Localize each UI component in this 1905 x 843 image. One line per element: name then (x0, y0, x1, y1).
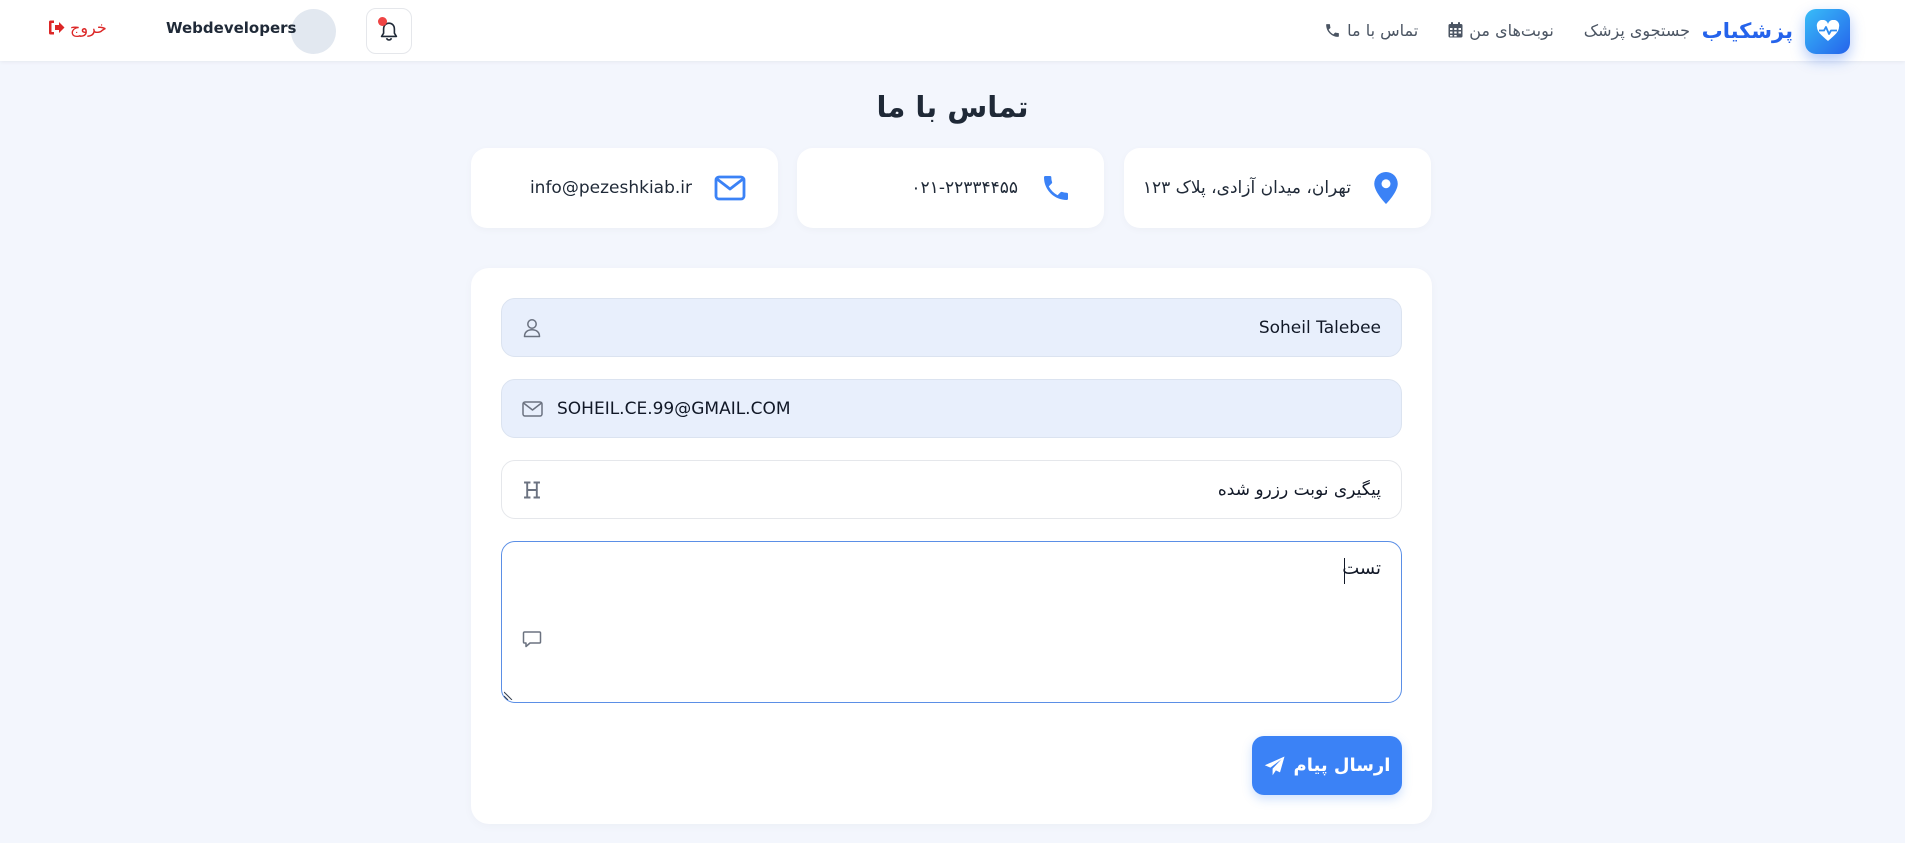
message-icon (520, 627, 544, 651)
address-card: تهران، میدان آزادی، پلاک ۱۲۳ (1124, 148, 1431, 228)
subject-input[interactable] (502, 461, 1401, 518)
email-input[interactable] (502, 380, 1401, 437)
contact-form: تست ارسال پیام (471, 268, 1432, 824)
email-field (501, 379, 1402, 438)
resize-handle[interactable] (504, 691, 513, 700)
map-pin-icon (1374, 172, 1398, 204)
logout-button[interactable]: خروج (48, 18, 107, 37)
nav-link-doctor-search[interactable]: جستجوی پزشک (1584, 21, 1690, 40)
send-message-label: ارسال پیام (1293, 755, 1391, 776)
page-title: تماس با ما (876, 90, 1029, 124)
heart-pulse-icon (1805, 8, 1850, 54)
notifications-button[interactable] (366, 8, 412, 54)
envelope-icon (714, 175, 746, 201)
email-card: info@pezeshkiab.ir (471, 148, 778, 228)
send-message-button[interactable]: ارسال پیام (1252, 736, 1402, 795)
phone-card: ۰۲۱-۲۲۳۳۴۴۵۵ (797, 148, 1104, 228)
avatar[interactable] (291, 9, 336, 54)
message-field: تست (501, 541, 1402, 703)
calendar-icon (1448, 22, 1463, 38)
username: Webdevelopers (166, 19, 297, 37)
name-field (501, 298, 1402, 357)
envelope-icon (520, 397, 544, 421)
message-input[interactable]: تست (502, 542, 1401, 702)
brand[interactable]: پزشکیاب (1702, 8, 1850, 54)
phone-text: ۰۲۱-۲۲۳۳۴۴۵۵ (911, 178, 1018, 198)
nav-link-contact[interactable]: تماس با ما (1324, 21, 1418, 40)
notification-badge (378, 17, 387, 26)
email-text: info@pezeshkiab.ir (529, 178, 692, 198)
nav-link-label: جستجوی پزشک (1583, 20, 1690, 40)
navbar: پزشکیاب جستجوی پزشک نوبت‌های من تما (0, 0, 1905, 61)
nav-link-label: تماس با ما (1347, 20, 1419, 40)
sign-out-icon (49, 20, 65, 35)
heading-icon (520, 478, 544, 502)
brand-name: پزشکیاب (1701, 19, 1793, 43)
phone-icon (1044, 176, 1068, 200)
subject-field (501, 460, 1402, 519)
nav-link-my-appointments[interactable]: نوبت‌های من (1448, 21, 1554, 40)
logout-label: خروج (70, 18, 107, 37)
name-input[interactable] (502, 299, 1401, 356)
address-text: تهران، میدان آزادی، پلاک ۱۲۳ (1142, 178, 1351, 198)
user-icon (520, 316, 544, 340)
phone-icon (1326, 23, 1340, 37)
paper-plane-icon (1264, 756, 1285, 775)
nav-link-label: نوبت‌های من (1469, 20, 1554, 40)
text-caret (1343, 558, 1345, 584)
nav-links: جستجوی پزشک نوبت‌های من تماس با ما (1324, 15, 1690, 45)
